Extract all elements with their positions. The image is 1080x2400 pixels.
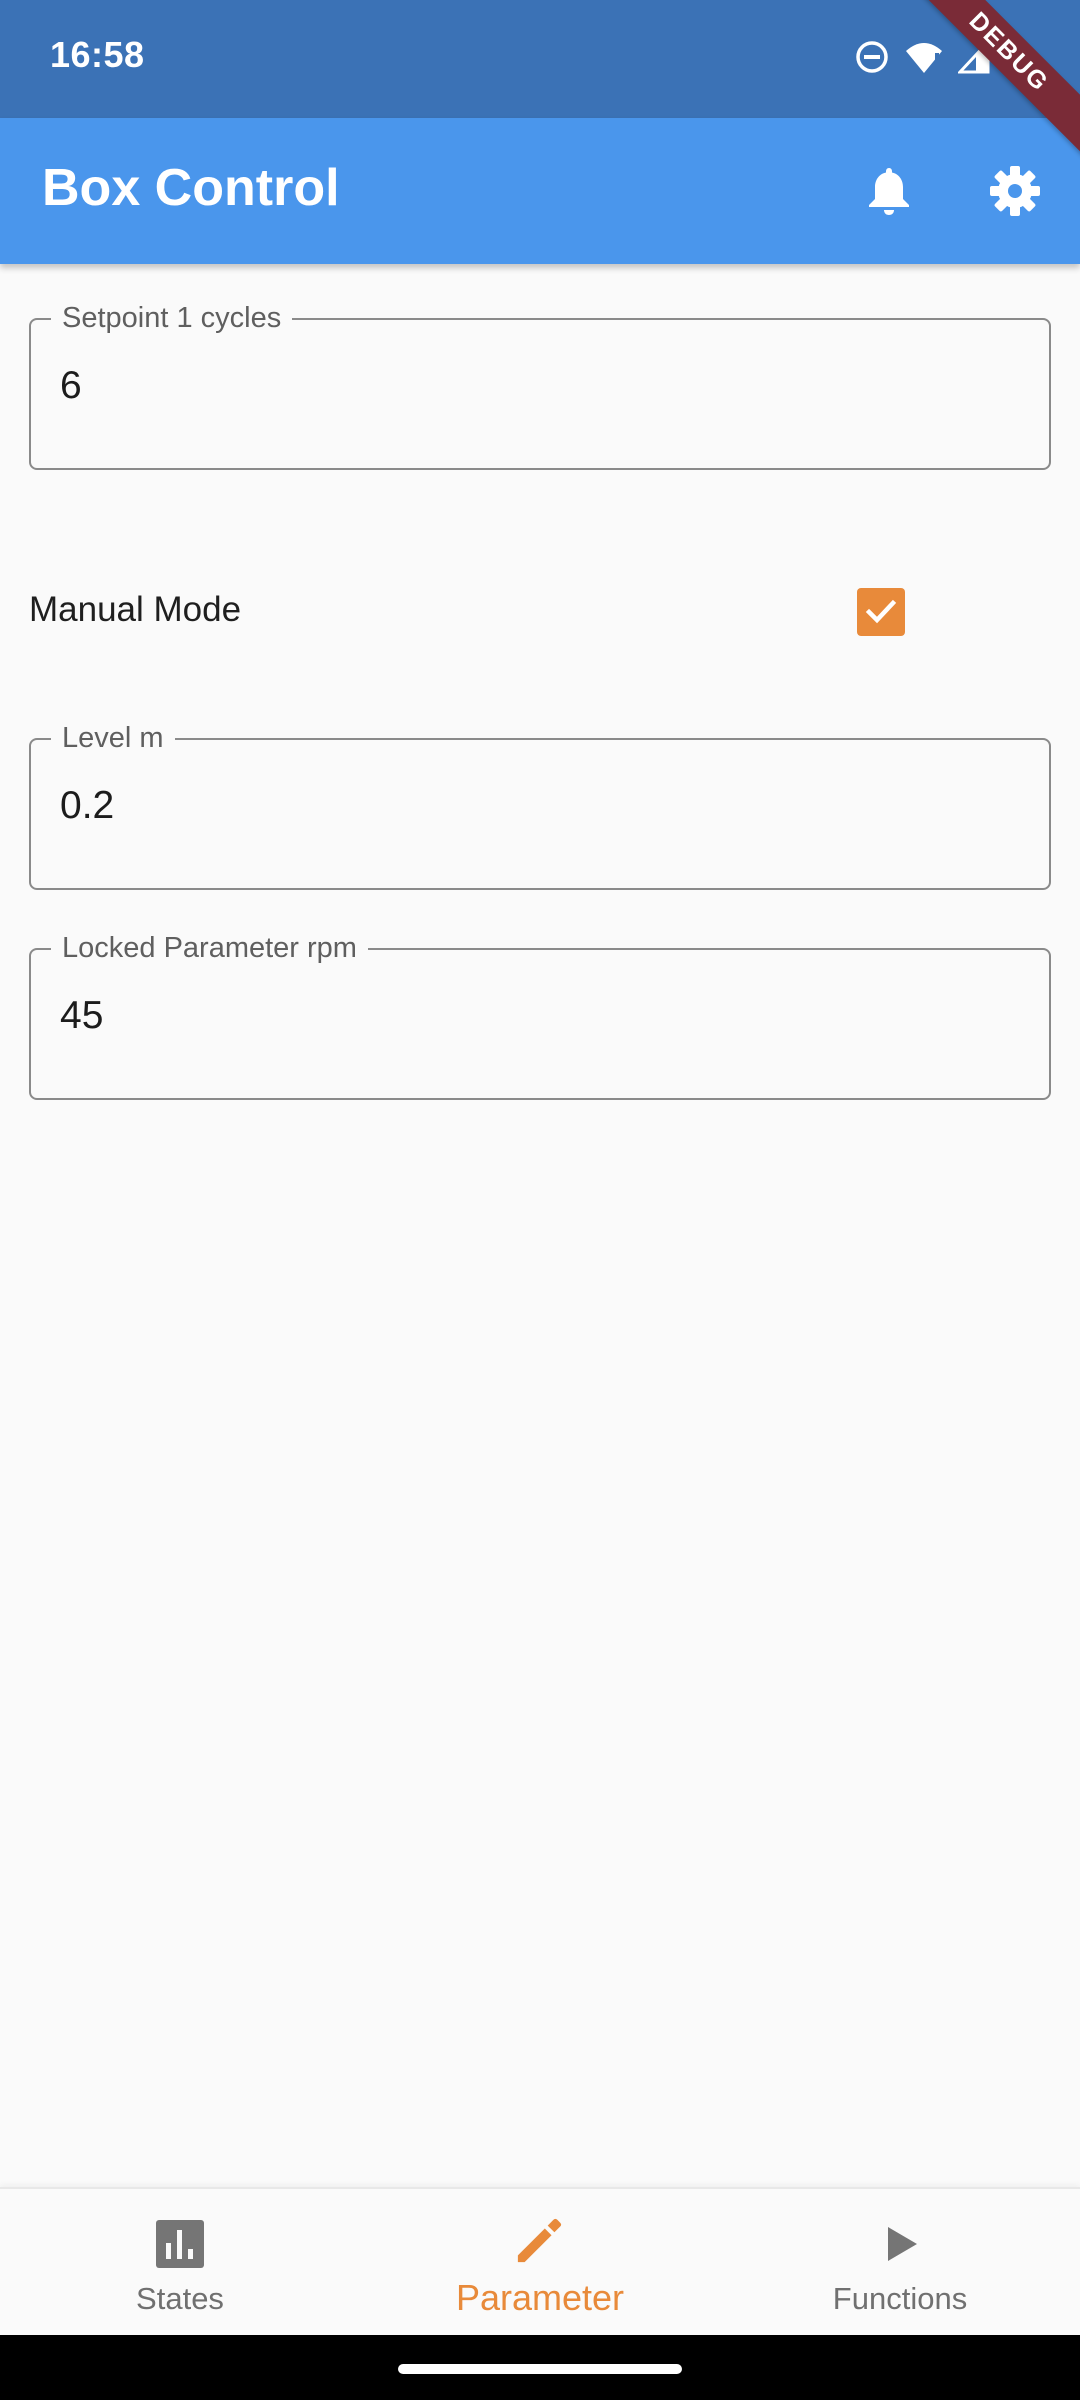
manual-mode-label: Manual Mode	[29, 590, 242, 629]
status-bar: 16:58	[0, 0, 1080, 118]
wifi-icon	[906, 43, 942, 73]
level-label: Level m	[51, 720, 175, 756]
home-gesture-handle[interactable]	[398, 2364, 682, 2374]
do-not-disturb-icon	[856, 41, 888, 73]
bar-chart-icon	[155, 2219, 205, 2269]
manual-mode-checkbox[interactable]	[857, 588, 905, 636]
locked-parameter-label: Locked Parameter rpm	[51, 930, 368, 966]
level-field[interactable]: Level m 0.2	[29, 720, 1051, 890]
nav-item-states[interactable]: States	[0, 2189, 360, 2337]
locked-parameter-field[interactable]: Locked Parameter rpm 45	[29, 930, 1051, 1100]
setpoint-value[interactable]: 6	[60, 364, 82, 408]
play-icon	[875, 2219, 925, 2269]
nav-label-functions: Functions	[832, 2281, 968, 2316]
app-bar: Box Control	[0, 118, 1080, 264]
notifications-button[interactable]	[856, 158, 922, 224]
nav-label-states: States	[136, 2281, 224, 2316]
system-navigation-bar	[0, 2335, 1080, 2400]
level-value[interactable]: 0.2	[60, 784, 114, 828]
check-icon	[865, 599, 897, 624]
setpoint-label: Setpoint 1 cycles	[51, 300, 293, 336]
nav-label-parameter: Parameter	[455, 2277, 625, 2318]
status-time: 16:58	[50, 34, 145, 75]
pencil-icon	[515, 2215, 565, 2265]
locked-parameter-value[interactable]: 45	[60, 994, 103, 1038]
manual-mode-row: Manual Mode	[29, 570, 1051, 654]
app-title: Box Control	[42, 159, 340, 217]
gear-icon	[990, 166, 1040, 216]
bottom-navigation: States Parameter Functions	[0, 2187, 1080, 2337]
setpoint-field[interactable]: Setpoint 1 cycles 6	[29, 300, 1051, 470]
settings-button[interactable]	[982, 158, 1048, 224]
nav-item-functions[interactable]: Functions	[720, 2189, 1080, 2337]
nav-item-parameter[interactable]: Parameter	[360, 2189, 720, 2337]
bell-icon	[869, 168, 909, 215]
